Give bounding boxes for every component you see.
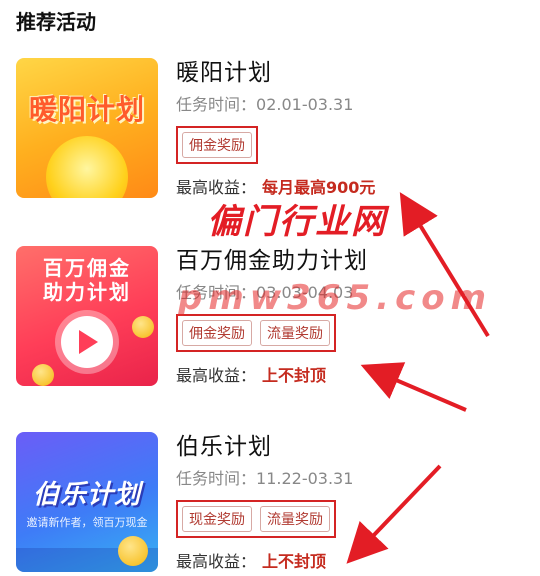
tag-commission-reward: 佣金奖励 (182, 132, 252, 158)
tag-group: 佣金奖励 流量奖励 (176, 314, 336, 352)
activity-card-talent-scout[interactable]: 伯乐计划 邀请新作者，领百万现金 伯乐计划 任务时间：11.22-03.31 现… (16, 432, 526, 576)
activity-title[interactable]: 伯乐计划 (176, 432, 526, 462)
watermark-cn: 偏门行业网 (207, 202, 387, 242)
tag-traffic-reward: 流量奖励 (260, 506, 330, 532)
watermark-en: pmw365.com (178, 278, 493, 318)
thumbnail-subtitle: 邀请新作者，领百万现金 (26, 516, 148, 529)
tag-group: 佣金奖励 (176, 126, 258, 164)
thumbnail-title: 伯乐计划 (32, 480, 141, 510)
activity-title[interactable]: 暖阳计划 (176, 58, 526, 88)
coin-icon (132, 316, 154, 338)
time-range: 02.01-03.31 (256, 95, 354, 114)
activity-title[interactable]: 百万佣金助力计划 (176, 246, 526, 276)
earnings-label: 最高收益： (176, 366, 257, 385)
tag-cash-reward: 现金奖励 (182, 506, 252, 532)
thumbnail-title: 暖阳计划 (28, 93, 145, 126)
time-label: 任务时间： (176, 95, 257, 114)
tag-group: 现金奖励 流量奖励 (176, 500, 336, 538)
activity-thumbnail[interactable]: 伯乐计划 邀请新作者，领百万现金 (16, 432, 158, 572)
thumbnail-title-line1: 百万佣金 (43, 256, 131, 280)
max-earnings: 最高收益： 上不封顶 (176, 362, 526, 386)
earnings-value: 上不封顶 (262, 552, 327, 571)
activity-thumbnail[interactable]: 百万佣金 助力计划 (16, 246, 158, 386)
tag-commission-reward: 佣金奖励 (182, 320, 252, 346)
coin-icon (118, 536, 148, 566)
activity-time: 任务时间：02.01-03.31 (176, 94, 526, 116)
activity-card-warm-sun[interactable]: 暖阳计划 暖阳计划 任务时间：02.01-03.31 佣金奖励 最高收益： 每月最… (16, 58, 526, 208)
time-label: 任务时间： (176, 469, 257, 488)
thumbnail-title: 百万佣金 助力计划 (16, 256, 158, 304)
activity-time: 任务时间：11.22-03.31 (176, 468, 526, 490)
tag-traffic-reward: 流量奖励 (260, 320, 330, 346)
thumbnail-title-line2: 助力计划 (43, 280, 131, 304)
activity-card-million-commission[interactable]: 百万佣金 助力计划 百万佣金助力计划 任务时间：03.03-04.03 佣金奖励… (16, 246, 526, 396)
earnings-value: 上不封顶 (262, 366, 327, 385)
play-icon (61, 316, 113, 368)
coin-icon (32, 364, 54, 386)
activity-thumbnail[interactable]: 暖阳计划 (16, 58, 158, 198)
time-range: 11.22-03.31 (256, 469, 354, 488)
earnings-label: 最高收益： (176, 552, 257, 571)
section-title: 推荐活动 (16, 10, 96, 34)
sun-icon (46, 136, 128, 198)
max-earnings: 最高收益： 上不封顶 (176, 548, 526, 572)
